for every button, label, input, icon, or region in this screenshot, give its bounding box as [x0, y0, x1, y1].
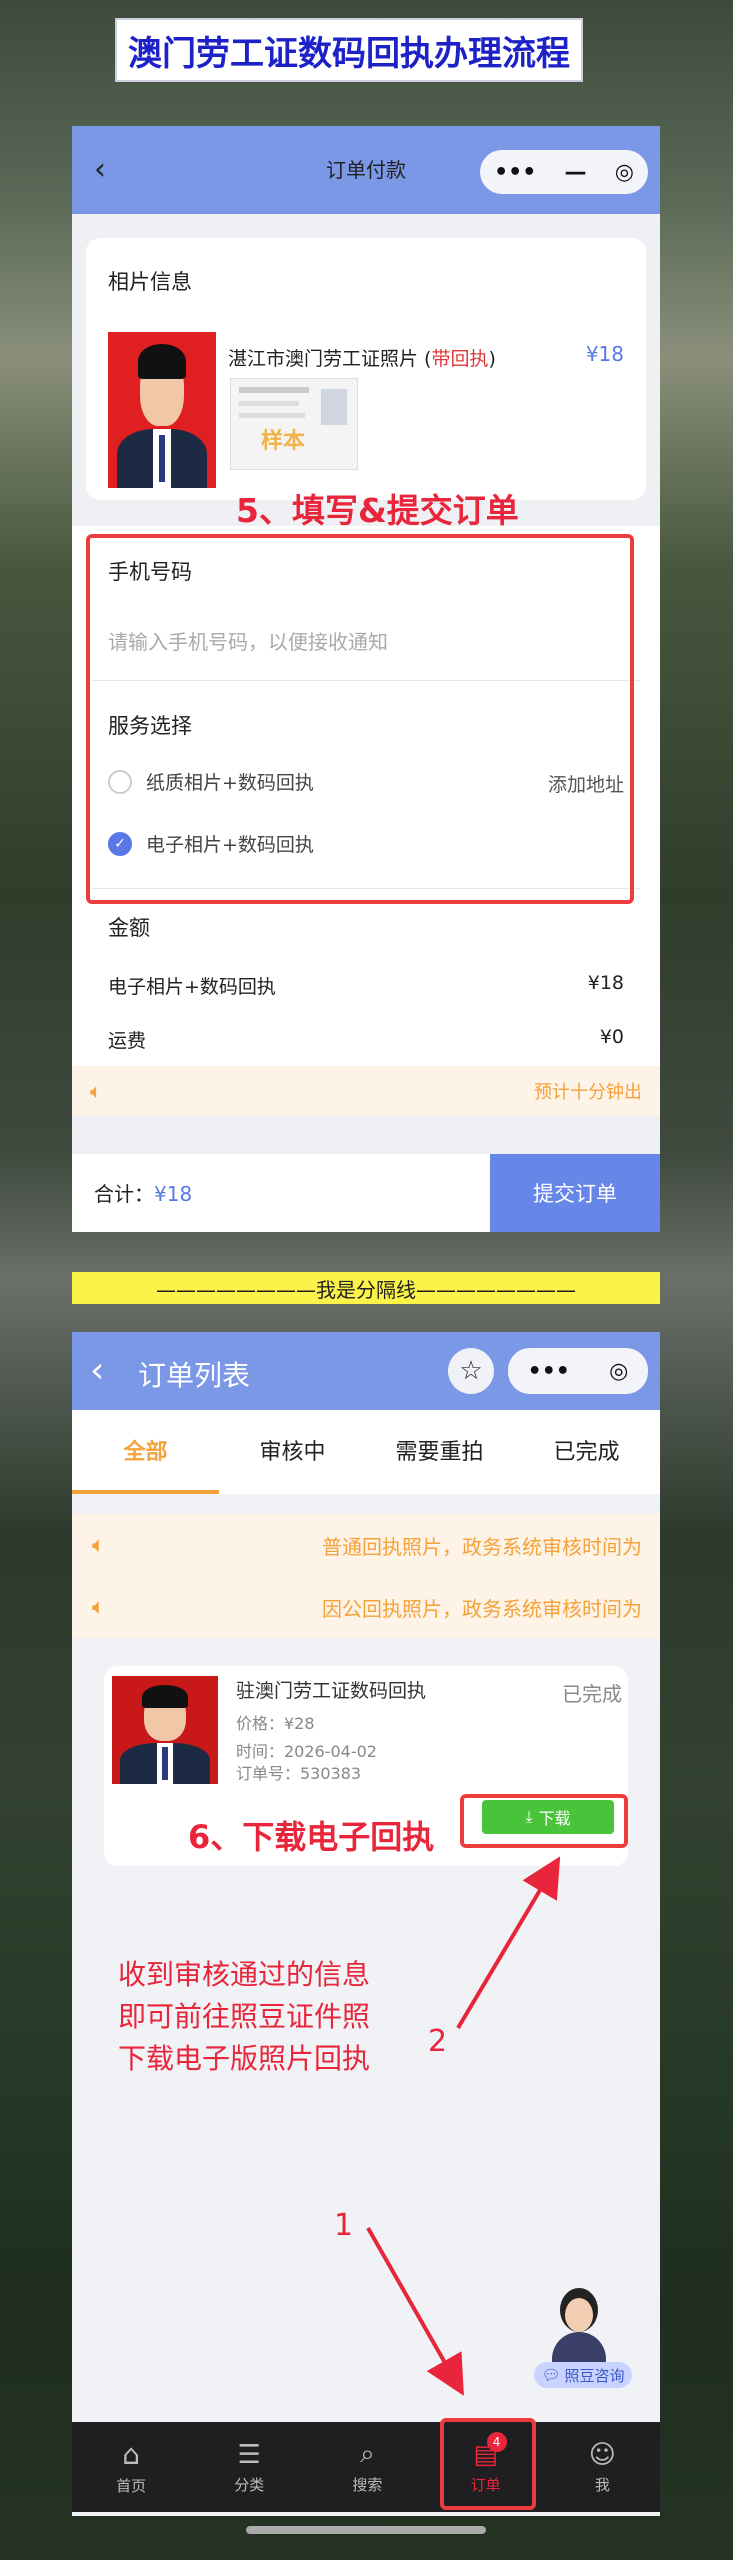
- nav-profile[interactable]: ☺ 我: [589, 2440, 616, 2495]
- product-name: 湛江市澳门劳工证照片 (带回执): [228, 348, 496, 370]
- eta-text: 预计十分钟出: [534, 1082, 642, 1103]
- shipping-price: ¥0: [599, 1026, 624, 1048]
- shipping-label: 运费: [108, 1030, 147, 1052]
- step5-annotation: 5、填写&提交订单: [236, 491, 519, 530]
- photo-section-title: 相片信息: [108, 270, 192, 294]
- profile-icon: ☺: [588, 2439, 616, 2470]
- order-payment-screen: ‹ 订单付款 ••• — ◎ 相片信息 湛江市澳门劳工证照片 (带回执) ¥18…: [72, 126, 660, 1232]
- nav-search[interactable]: ⌕ 搜索: [352, 2439, 382, 2495]
- chat-icon: 💬︎: [541, 2366, 561, 2384]
- search-icon: ⌕: [360, 2439, 375, 2469]
- nav-bar: ‹ 订单付款 ••• — ◎: [72, 126, 660, 214]
- consult-avatar[interactable]: [548, 2286, 610, 2362]
- total-amount: 合计：¥18: [94, 1182, 193, 1206]
- home-icon: ⌂: [122, 2438, 140, 2471]
- close-target-icon[interactable]: ◎: [615, 160, 634, 185]
- amount-item-price: ¥18: [587, 972, 624, 994]
- arrow-to-orders-tab: [366, 2227, 464, 2396]
- separator-banner: ————————我是分隔线————————: [72, 1272, 660, 1304]
- speaker-icon: 🔈︎: [90, 1079, 102, 1103]
- bottom-tab-bar: ⌂ 首页 ☰ 分类 ⌕ 搜索 ▤ 4 订单 ☺ 我: [72, 2422, 660, 2512]
- orders-tab-highlight-box: [440, 2418, 536, 2510]
- step5-highlight-box: [86, 534, 634, 904]
- product-price: ¥18: [585, 342, 624, 366]
- page-banner: 澳门劳工证数码回执办理流程: [115, 18, 583, 82]
- photo-info-card: 相片信息 湛江市澳门劳工证照片 (带回执) ¥18 样本: [86, 238, 646, 500]
- minimize-icon[interactable]: —: [564, 160, 586, 185]
- home-indicator: [246, 2526, 486, 2534]
- submit-order-button[interactable]: 提交订单: [490, 1154, 660, 1232]
- mini-program-capsule[interactable]: ••• — ◎: [480, 150, 648, 194]
- arrow-to-download: [456, 1856, 561, 2030]
- order-list-screen: ‹ 订单列表 ☆ ••• ◎ 全部 审核中 需要重拍 已完成 🔈︎ 普通回执照片…: [72, 1332, 660, 2516]
- id-photo-thumbnail: [108, 332, 216, 488]
- nav-category[interactable]: ☰ 分类: [234, 2440, 264, 2495]
- receipt-sample-image: 样本: [230, 378, 358, 470]
- more-icon[interactable]: •••: [494, 160, 536, 185]
- category-icon: ☰: [237, 2439, 261, 2470]
- amount-item-label: 电子相片+数码回执: [108, 976, 276, 998]
- payment-bar: 合计：¥18 提交订单: [72, 1154, 660, 1232]
- sample-stamp: 样本: [261, 429, 306, 454]
- amount-label: 金额: [108, 916, 150, 940]
- nav-home[interactable]: ⌂ 首页: [116, 2438, 146, 2496]
- consult-button[interactable]: 💬︎ 照豆咨询: [534, 2362, 632, 2388]
- eta-notice: 🔈︎ 预计十分钟出: [72, 1066, 660, 1116]
